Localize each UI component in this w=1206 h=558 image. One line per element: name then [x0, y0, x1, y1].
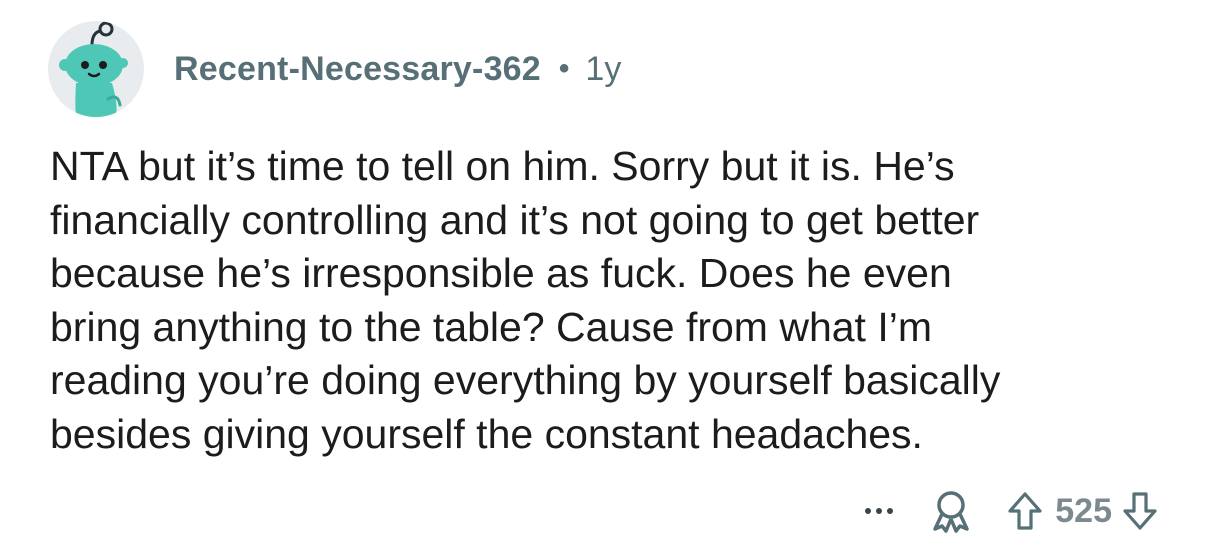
snoo-avatar-icon: [59, 21, 128, 117]
comment-header: Recent-Necessary-362 • 1y: [48, 20, 621, 118]
comment-line: reading you’re doing everything by yours…: [50, 357, 1001, 403]
comment-line: bring anything to the table? Cause from …: [50, 303, 932, 350]
comment-actions: 525: [859, 486, 1158, 536]
user-avatar[interactable]: [48, 21, 144, 117]
vote-score: 525: [1055, 491, 1112, 530]
comment-line: financially controlling and it’s not goi…: [50, 196, 980, 243]
downvote-button[interactable]: [1122, 491, 1158, 531]
comment-meta: Recent-Necessary-362 • 1y: [174, 50, 621, 89]
comment-age: 1y: [585, 49, 622, 88]
award-icon: [933, 491, 970, 533]
more-options-button[interactable]: [859, 491, 899, 531]
username-link[interactable]: Recent-Necessary-362: [174, 50, 541, 89]
upvote-button[interactable]: [1007, 491, 1043, 531]
more-icon-dot: [876, 508, 883, 514]
meta-separator: •: [558, 52, 570, 85]
award-button[interactable]: [931, 489, 971, 533]
comment-line: besides giving yourself the constant hea…: [50, 410, 923, 457]
upvote-icon: [1008, 492, 1042, 530]
downvote-icon: [1123, 492, 1157, 530]
more-icon-dot: [887, 508, 894, 514]
more-icon-dot: [865, 508, 872, 514]
comment-body: NTA but it’s time to tell on him. Sorry …: [50, 140, 1170, 461]
comment-line: because he’s irresponsible as fuck. Does…: [50, 250, 952, 296]
comment-line: NTA but it’s time to tell on him. Sorry …: [50, 143, 955, 189]
